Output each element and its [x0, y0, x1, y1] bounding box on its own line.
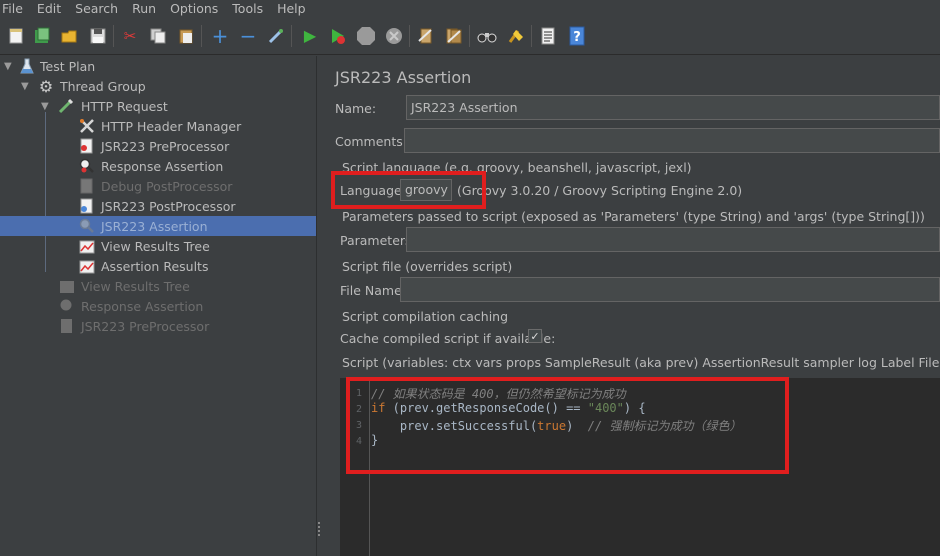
panel-title: JSR223 Assertion	[335, 68, 472, 87]
start-no-pauses-icon[interactable]	[327, 25, 349, 47]
help-icon[interactable]: ?	[566, 25, 588, 47]
preprocessor-icon	[79, 138, 95, 154]
chevron-down-icon[interactable]: ▼	[4, 61, 14, 72]
tree-item-jsr223-preprocessor-disabled[interactable]: JSR223 PreProcessor	[0, 316, 316, 336]
http-request-icon	[58, 98, 74, 114]
copy-icon[interactable]	[147, 25, 169, 47]
save-icon[interactable]	[87, 25, 109, 47]
tree-item-thread-group[interactable]: ▼ ⚙ Thread Group	[0, 76, 316, 96]
tree-item-response-assertion-disabled[interactable]: Response Assertion	[0, 296, 316, 316]
reset-search-icon[interactable]	[505, 25, 527, 47]
toolbar: ✂ + − ▶ ?	[0, 17, 940, 55]
menu-search[interactable]: Search	[73, 0, 124, 17]
assertion-icon	[79, 158, 95, 174]
cache-compiled-label: Cache compiled script if available:	[340, 331, 556, 346]
postprocessor-icon	[79, 198, 95, 214]
listener-icon	[79, 258, 95, 274]
parameters-field[interactable]	[406, 227, 940, 252]
script-section-title: Script (variables: ctx vars props Sample…	[342, 355, 940, 370]
tree-item-jsr223-preprocessor[interactable]: JSR223 PreProcessor	[0, 136, 316, 156]
language-highlight-box	[331, 171, 486, 209]
tree-item-view-results-tree[interactable]: View Results Tree	[0, 236, 316, 256]
shutdown-icon[interactable]	[383, 25, 405, 47]
listener-icon	[59, 278, 75, 294]
cut-icon[interactable]: ✂	[119, 25, 141, 47]
open-icon[interactable]	[58, 25, 80, 47]
jsr223-assertion-panel: JSR223 Assertion Name: JSR223 Assertion …	[323, 56, 940, 556]
new-icon[interactable]	[5, 25, 27, 47]
menu-edit[interactable]: Edit	[35, 0, 67, 17]
tree-item-debug-postprocessor[interactable]: Debug PostProcessor	[0, 176, 316, 196]
collapse-icon[interactable]: −	[237, 25, 259, 47]
svg-text:?: ?	[573, 30, 581, 45]
test-plan-icon	[19, 58, 35, 74]
split-pane-divider[interactable]	[316, 56, 322, 556]
start-icon[interactable]: ▶	[299, 25, 321, 47]
file-name-label: File Name:	[340, 283, 406, 298]
clear-all-icon[interactable]	[443, 25, 465, 47]
divider-grip-icon[interactable]	[318, 522, 320, 536]
tree-item-assertion-results[interactable]: Assertion Results	[0, 256, 316, 276]
search-icon[interactable]	[476, 25, 498, 47]
compilation-caching-section-title: Script compilation caching	[342, 309, 509, 324]
expand-icon[interactable]: +	[209, 25, 231, 47]
thread-group-icon: ⚙	[38, 76, 54, 96]
tree-item-http-header-manager[interactable]: HTTP Header Manager	[0, 116, 316, 136]
menu-file[interactable]: File	[0, 0, 29, 17]
script-file-section-title: Script file (overrides script)	[342, 259, 513, 274]
stop-icon[interactable]	[355, 25, 377, 47]
menu-options[interactable]: Options	[168, 0, 224, 17]
paste-icon[interactable]	[175, 25, 197, 47]
assertion-icon	[79, 218, 95, 234]
tree-item-test-plan[interactable]: ▼ Test Plan	[0, 56, 316, 76]
assertion-icon	[59, 298, 75, 314]
parameters-section-title: Parameters passed to script (exposed as …	[342, 209, 925, 224]
comments-field[interactable]	[404, 128, 940, 153]
listener-icon	[79, 238, 95, 254]
chevron-down-icon[interactable]: ▼	[41, 101, 51, 112]
toggle-icon[interactable]	[265, 25, 287, 47]
templates-icon[interactable]	[31, 25, 53, 47]
menu-help[interactable]: Help	[275, 0, 312, 17]
tree-item-response-assertion[interactable]: Response Assertion	[0, 156, 316, 176]
code-highlight-box	[346, 377, 789, 474]
postprocessor-icon	[79, 178, 95, 194]
name-label: Name:	[335, 101, 377, 116]
chevron-down-icon[interactable]: ▼	[21, 81, 31, 92]
header-manager-icon	[79, 118, 95, 134]
menu-run[interactable]: Run	[130, 0, 162, 17]
language-engine-description: (Groovy 3.0.20 / Groovy Scripting Engine…	[457, 183, 743, 198]
menu-bar: File Edit Search Run Options Tools Help	[0, 0, 940, 17]
tree-item-http-request[interactable]: ▼ HTTP Request	[0, 96, 316, 116]
name-field[interactable]: JSR223 Assertion	[406, 95, 940, 120]
preprocessor-icon	[59, 318, 75, 334]
tree-item-jsr223-postprocessor[interactable]: JSR223 PostProcessor	[0, 196, 316, 216]
clear-icon[interactable]	[415, 25, 437, 47]
menu-tools[interactable]: Tools	[230, 0, 269, 17]
parameters-label: Parameters:	[340, 233, 416, 248]
test-plan-tree: ▼ Test Plan ▼ ⚙ Thread Group ▼ HTTP Requ…	[0, 56, 316, 556]
tree-item-jsr223-assertion[interactable]: JSR223 Assertion	[0, 216, 316, 236]
function-helper-icon[interactable]	[537, 25, 559, 47]
comments-label: Comments:	[335, 134, 407, 149]
tree-item-view-results-tree-disabled[interactable]: View Results Tree	[0, 276, 316, 296]
file-name-field[interactable]	[400, 277, 940, 302]
cache-compiled-checkbox[interactable]: ✓	[528, 329, 542, 343]
